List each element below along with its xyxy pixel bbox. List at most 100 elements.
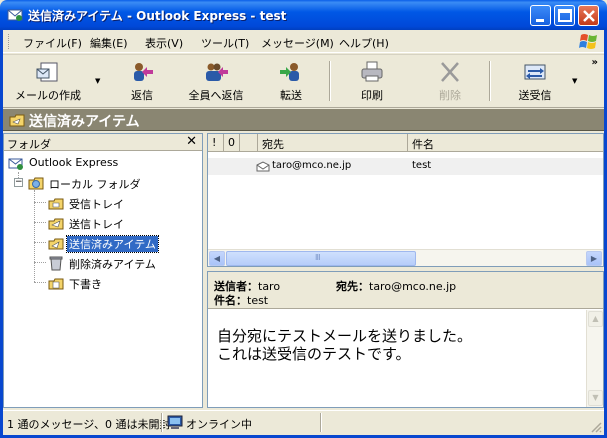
forward-icon [280, 63, 299, 81]
print-label: 印刷 [361, 89, 383, 102]
maximize-icon [558, 9, 572, 22]
delete-x-icon [441, 62, 459, 82]
reply-label: 返信 [131, 89, 153, 102]
folder-title-bar: 送信済みアイテム [3, 109, 604, 131]
scroll-up-icon[interactable]: ▲ [588, 311, 603, 327]
message-count-status: 1 通のメッセージ、0 通は未開封 [7, 418, 171, 431]
reply-all-icon [206, 63, 228, 81]
toolbar: メールの作成 ▼ 返信 全員へ返信 転送 印刷 削除 送受信 ▼ » [3, 54, 604, 108]
column-to[interactable]: 宛先 [258, 134, 408, 152]
column-attachment[interactable]: 0 [224, 134, 240, 152]
forward-label: 転送 [280, 89, 302, 102]
message-body: 自分宛にテストメールを送りました。 これは送受信のテストです。 [217, 327, 472, 363]
folders-pane: フォルダ ✕ Outlook Express − ローカル フォルダ 受信トレイ [3, 133, 203, 408]
preview-header: 送信者：taro 宛先：taro@mco.ne.jp 件名：test [208, 272, 603, 309]
row-to: taro@mco.ne.jp [272, 160, 352, 171]
column-flag[interactable] [240, 134, 258, 152]
new-mail-dropdown-icon[interactable]: ▼ [95, 77, 100, 85]
menu-edit[interactable]: 編集(E) [90, 35, 128, 51]
windows-logo-icon [579, 34, 597, 49]
print-button[interactable]: 印刷 [349, 57, 395, 105]
connection-status: オンライン中 [186, 418, 252, 431]
menu-bar: ファイル(F) 編集(E) 表示(V) ツール(T) メッセージ(M) ヘルプ(… [3, 30, 604, 53]
toolbar-separator [329, 61, 331, 101]
reply-button[interactable]: 返信 [120, 57, 164, 105]
reply-all-button[interactable]: 全員へ返信 [183, 57, 249, 105]
new-mail-label: メールの作成 [15, 89, 81, 102]
menu-file[interactable]: ファイル(F) [23, 35, 82, 51]
body-line: これは送受信のテストです。 [217, 345, 411, 363]
menu-message[interactable]: メッセージ(M) [261, 35, 334, 51]
send-receive-dropdown-icon[interactable]: ▼ [572, 77, 577, 85]
window-title: 送信済みアイテム - Outlook Express - test [28, 9, 287, 23]
close-pane-icon[interactable]: ✕ [186, 134, 197, 149]
reply-icon [134, 63, 153, 81]
tree-connector [34, 282, 46, 283]
to-value: taro@mco.ne.jp [369, 280, 457, 293]
status-bar: 1 通のメッセージ、0 通は未開封 オンライン中 [3, 410, 604, 435]
preview-subject: 件名：test [214, 292, 268, 308]
tree-connector [34, 190, 35, 282]
sent-folder-icon [48, 238, 64, 250]
body-line: 自分宛にテストメールを送りました。 [217, 327, 473, 345]
maximize-button[interactable] [554, 5, 575, 26]
local-folders-icon [28, 177, 44, 190]
column-priority[interactable]: ! [208, 134, 224, 152]
folder-title: 送信済みアイテム [29, 114, 140, 130]
tree-label: Outlook Express [29, 156, 119, 169]
new-mail-button[interactable]: メールの作成 [13, 57, 83, 105]
tree-connector [34, 262, 46, 263]
outlook-express-icon [7, 9, 23, 21]
row-subject: test [412, 160, 432, 171]
close-button[interactable] [578, 5, 599, 26]
tree-connector [34, 222, 46, 223]
menu-view[interactable]: 表示(V) [145, 35, 183, 51]
delete-button[interactable]: 削除 [427, 57, 473, 105]
scroll-left-icon[interactable]: ◀ [209, 251, 225, 266]
menu-help[interactable]: ヘルプ(H) [339, 35, 389, 51]
outlook-express-icon [8, 158, 23, 170]
minimize-icon [536, 19, 544, 22]
resize-grip-icon[interactable] [590, 421, 602, 433]
scroll-down-icon[interactable]: ▼ [588, 390, 603, 406]
read-mail-icon [256, 161, 270, 172]
sent-folder-icon [9, 114, 25, 127]
reply-all-label: 全員へ返信 [188, 89, 244, 102]
send-receive-icon [524, 64, 546, 80]
close-icon [583, 10, 595, 22]
tree-connector [34, 202, 46, 203]
send-receive-label: 送受信 [518, 89, 552, 102]
tree-label: 送信済みアイテム [66, 235, 159, 253]
subject-value: test [247, 294, 269, 307]
printer-icon [361, 61, 383, 82]
folders-pane-header: フォルダ ✕ [4, 134, 202, 151]
table-row[interactable]: taro@mco.ne.jp test [208, 158, 603, 175]
trash-icon [49, 256, 63, 271]
menu-tools[interactable]: ツール(T) [201, 35, 249, 51]
computer-online-icon [167, 415, 183, 429]
tree-connector [34, 242, 46, 243]
minimize-button[interactable] [530, 5, 551, 26]
toolbar-separator [489, 61, 491, 101]
collapse-tree-icon[interactable]: − [14, 178, 23, 187]
folders-pane-title: フォルダ [7, 138, 51, 151]
outbox-icon [48, 218, 64, 230]
send-receive-button[interactable]: 送受信 [509, 57, 561, 105]
scroll-grip: Ⅲ [315, 253, 321, 262]
new-mail-icon [36, 62, 58, 82]
message-list-header: ! 0 宛先 件名 [208, 134, 603, 152]
scroll-right-icon[interactable]: ▶ [586, 251, 602, 266]
tree-label: 下書き [69, 278, 102, 291]
delete-label: 削除 [439, 89, 461, 102]
preview-to: 宛先：taro@mco.ne.jp [336, 278, 456, 294]
vertical-scrollbar[interactable]: ▲ ▼ [586, 310, 603, 407]
inbox-icon [48, 198, 64, 210]
horizontal-scrollbar[interactable]: ◀ Ⅲ ▶ [208, 249, 603, 266]
status-separator [320, 413, 322, 432]
tree-label: 送信トレイ [69, 218, 124, 231]
forward-button[interactable]: 転送 [269, 57, 313, 105]
column-subject[interactable]: 件名 [408, 134, 603, 152]
scrollbar-thumb[interactable]: Ⅲ [226, 251, 416, 266]
toolbar-overflow-icon[interactable]: » [592, 57, 598, 68]
drafts-folder-icon [48, 278, 64, 290]
